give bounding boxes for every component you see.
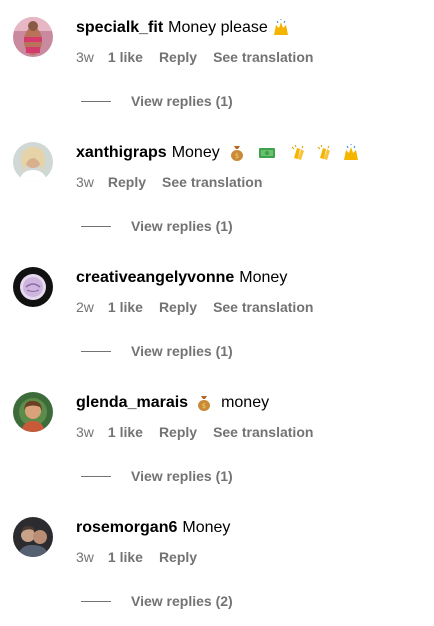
comment-item: specialk_fit Money please 3w 1 like Repl… [0,17,434,142]
comment-age: 3w [76,49,94,65]
comment-meta: 2w 1 like Reply See translation [76,298,329,316]
reply-button[interactable]: Reply [108,174,146,190]
view-replies-button[interactable]: View replies (2) [81,592,233,610]
clapping-hands-emoji [290,144,308,162]
replies-divider [81,600,111,602]
view-replies-label: View replies (1) [131,468,233,484]
comment-text: Money [182,519,231,536]
comment-text: Money [171,144,220,161]
comment-meta: 3w 1 like Reply See translation [76,423,329,441]
comment-item: xanthigraps Money $ 3w Reply See transla… [0,142,434,267]
see-translation-button[interactable]: See translation [213,49,313,65]
username-link[interactable]: specialk_fit [76,17,163,39]
comment-age: 2w [76,299,94,315]
view-replies-button[interactable]: View replies (1) [81,467,233,485]
reply-button[interactable]: Reply [159,49,197,65]
raising-hands-emoji [342,144,360,162]
clapping-hands-emoji [316,144,334,162]
comment-line: rosemorgan6 Money [76,517,230,539]
like-count[interactable]: 1 like [108,424,143,440]
view-replies-button[interactable]: View replies (1) [81,92,233,110]
username-link[interactable]: glenda_marais [76,392,188,414]
comment-age: 3w [76,174,94,190]
username-link[interactable]: creativeangelyvonne [76,267,234,289]
dollar-banknote-emoji [258,144,276,162]
comment-item: creativeangelyvonne Money 2w 1 like Repl… [0,267,434,392]
replies-divider [81,100,111,102]
see-translation-button[interactable]: See translation [213,424,313,440]
avatar[interactable] [13,517,53,557]
view-replies-label: View replies (1) [131,218,233,234]
comment-text: Money [239,269,288,286]
comment-line: glenda_marais $ money [76,392,269,414]
avatar[interactable] [13,142,53,182]
comment-text: Money please [168,19,268,36]
see-translation-button[interactable]: See translation [213,299,313,315]
comment-item: glenda_marais $ money 3w 1 like Reply Se… [0,392,434,517]
comment-meta: 3w 1 like Reply See translation [76,48,329,66]
username-link[interactable]: xanthigraps [76,142,167,164]
reply-button[interactable]: Reply [159,549,197,565]
see-translation-button[interactable]: See translation [162,174,262,190]
comment-age: 3w [76,549,94,565]
like-count[interactable]: 1 like [108,299,143,315]
comment-meta: 3w 1 like Reply [76,548,213,566]
svg-text:$: $ [234,152,238,160]
like-count[interactable]: 1 like [108,49,143,65]
view-replies-label: View replies (1) [131,93,233,109]
view-replies-label: View replies (2) [131,593,233,609]
comment-line: specialk_fit Money please [76,17,294,39]
replies-divider [81,350,111,352]
comment-age: 3w [76,424,94,440]
username-link[interactable]: rosemorgan6 [76,517,177,539]
comment-line: xanthigraps Money $ [76,142,364,164]
comment-meta: 3w Reply See translation [76,173,278,191]
reply-button[interactable]: Reply [159,299,197,315]
like-count[interactable]: 1 like [108,549,143,565]
replies-divider [81,475,111,477]
avatar[interactable] [13,392,53,432]
comment-text: money [221,394,270,411]
raising-hands-emoji [272,19,290,37]
avatar[interactable] [13,267,53,307]
svg-text:$: $ [202,402,206,410]
view-replies-button[interactable]: View replies (1) [81,342,233,360]
replies-divider [81,225,111,227]
avatar[interactable] [13,17,53,57]
comment-line: creativeangelyvonne Money [76,267,287,289]
money-bag-emoji: $ [228,144,246,162]
view-replies-button[interactable]: View replies (1) [81,217,233,235]
reply-button[interactable]: Reply [159,424,197,440]
view-replies-label: View replies (1) [131,343,233,359]
money-bag-emoji: $ [195,394,213,412]
comment-item: rosemorgan6 Money 3w 1 like Reply View r… [0,517,434,626]
